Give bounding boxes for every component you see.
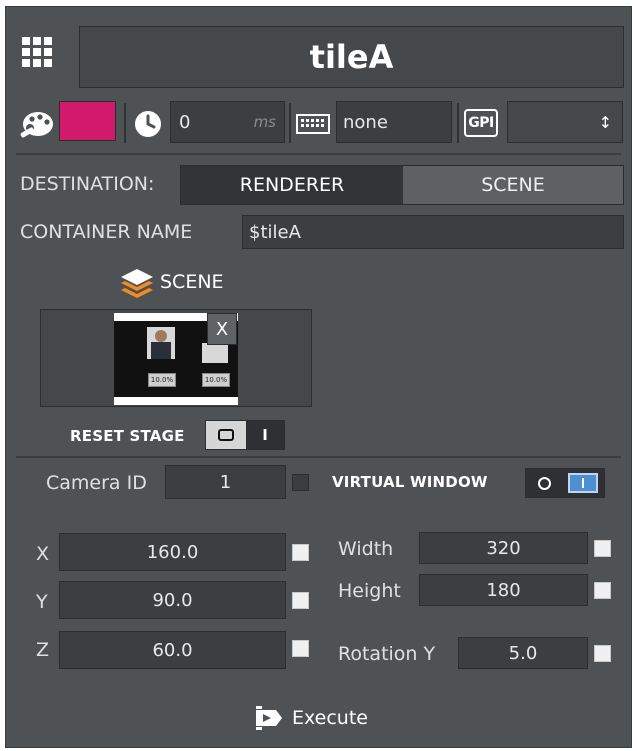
x-value: 160.0 (146, 541, 199, 563)
toggle-on-segment (526, 469, 562, 497)
scene-thumbnail-box[interactable]: 10.0% 10.0% X (40, 309, 312, 407)
height-value: 180 (486, 579, 521, 601)
height-checkbox[interactable] (594, 582, 611, 599)
rotation-y-checkbox[interactable] (594, 645, 611, 662)
z-input[interactable]: 60.0 (59, 631, 286, 669)
y-checkbox[interactable] (292, 592, 309, 609)
keyboard-input[interactable]: none (336, 101, 452, 143)
virtual-window-label: VIRTUAL WINDOW (332, 473, 488, 491)
clock-icon (133, 109, 163, 139)
delay-unit: ms (253, 113, 276, 131)
virtual-window-toggle[interactable] (525, 468, 605, 498)
destination-option-scene[interactable]: SCENE (403, 166, 623, 204)
width-label: Width (338, 538, 394, 560)
page-title: tileA (309, 38, 394, 76)
rotation-y-label: Rotation Y (338, 643, 436, 665)
camera-id-input[interactable]: 1 (165, 465, 286, 499)
reset-stage-toggle[interactable]: I (205, 420, 285, 450)
z-label: Z (36, 639, 50, 661)
z-checkbox[interactable] (292, 640, 309, 657)
execute-label: Execute (292, 707, 368, 729)
layers-icon (119, 267, 155, 301)
palette-icon (18, 110, 54, 140)
destination-label: DESTINATION: (20, 173, 155, 195)
execute-icon (254, 704, 284, 732)
x-label: X (36, 543, 50, 565)
width-input[interactable]: 320 (419, 532, 588, 564)
grid-icon[interactable] (21, 36, 53, 68)
x-input[interactable]: 160.0 (59, 533, 286, 571)
title-field[interactable]: tileA (79, 26, 624, 88)
z-value: 60.0 (152, 639, 193, 661)
thumb-person-card (147, 327, 175, 359)
toolbar-divider (124, 103, 126, 143)
camera-id-checkbox[interactable] (292, 474, 309, 491)
destination-segmented: RENDERER SCENE (180, 165, 624, 205)
thumb-person-card (202, 343, 228, 363)
remove-scene-button[interactable]: X (207, 313, 237, 345)
camera-id-label: Camera ID (46, 472, 147, 494)
execute-button[interactable]: Execute (254, 701, 386, 735)
y-value: 90.0 (152, 589, 193, 611)
container-name-input[interactable]: $tileA (242, 215, 624, 249)
container-name-label: CONTAINER NAME (20, 221, 193, 243)
y-input[interactable]: 90.0 (59, 581, 286, 619)
keyboard-value: none (343, 111, 388, 133)
height-label: Height (338, 580, 401, 602)
toolbar-divider (457, 103, 459, 143)
height-input[interactable]: 180 (419, 574, 588, 606)
toggle-off-segment: I (246, 421, 284, 449)
tile-panel: tileA 0 ms none GPI ↕ DESTINATION: RENDE… (5, 6, 632, 748)
container-name-value: $tileA (249, 221, 301, 243)
section-divider (16, 153, 621, 155)
scene-label: SCENE (160, 271, 224, 293)
thumb-badge-1: 10.0% (148, 373, 176, 387)
delay-value: 0 (179, 111, 191, 133)
select-arrows-icon: ↕ (598, 112, 612, 132)
color-swatch[interactable] (59, 101, 116, 141)
y-label: Y (36, 591, 48, 613)
camera-id-value: 1 (219, 471, 232, 493)
gpi-icon: GPI (464, 109, 498, 137)
reset-stage-label: RESET STAGE (70, 427, 185, 445)
rotation-y-input[interactable]: 5.0 (458, 637, 588, 669)
toggle-on-segment (206, 421, 246, 449)
toolbar-divider (289, 103, 291, 143)
width-checkbox[interactable] (594, 540, 611, 557)
section-divider (16, 456, 621, 458)
keyboard-icon (296, 113, 330, 135)
destination-option-renderer[interactable]: RENDERER (181, 166, 403, 204)
gpi-select[interactable]: ↕ (507, 101, 623, 143)
rotation-y-value: 5.0 (508, 642, 538, 664)
toggle-off-segment (562, 469, 604, 497)
thumb-badge-2: 10.0% (202, 373, 230, 387)
x-checkbox[interactable] (292, 544, 309, 561)
delay-input[interactable]: 0 ms (170, 101, 285, 143)
width-value: 320 (486, 537, 521, 559)
